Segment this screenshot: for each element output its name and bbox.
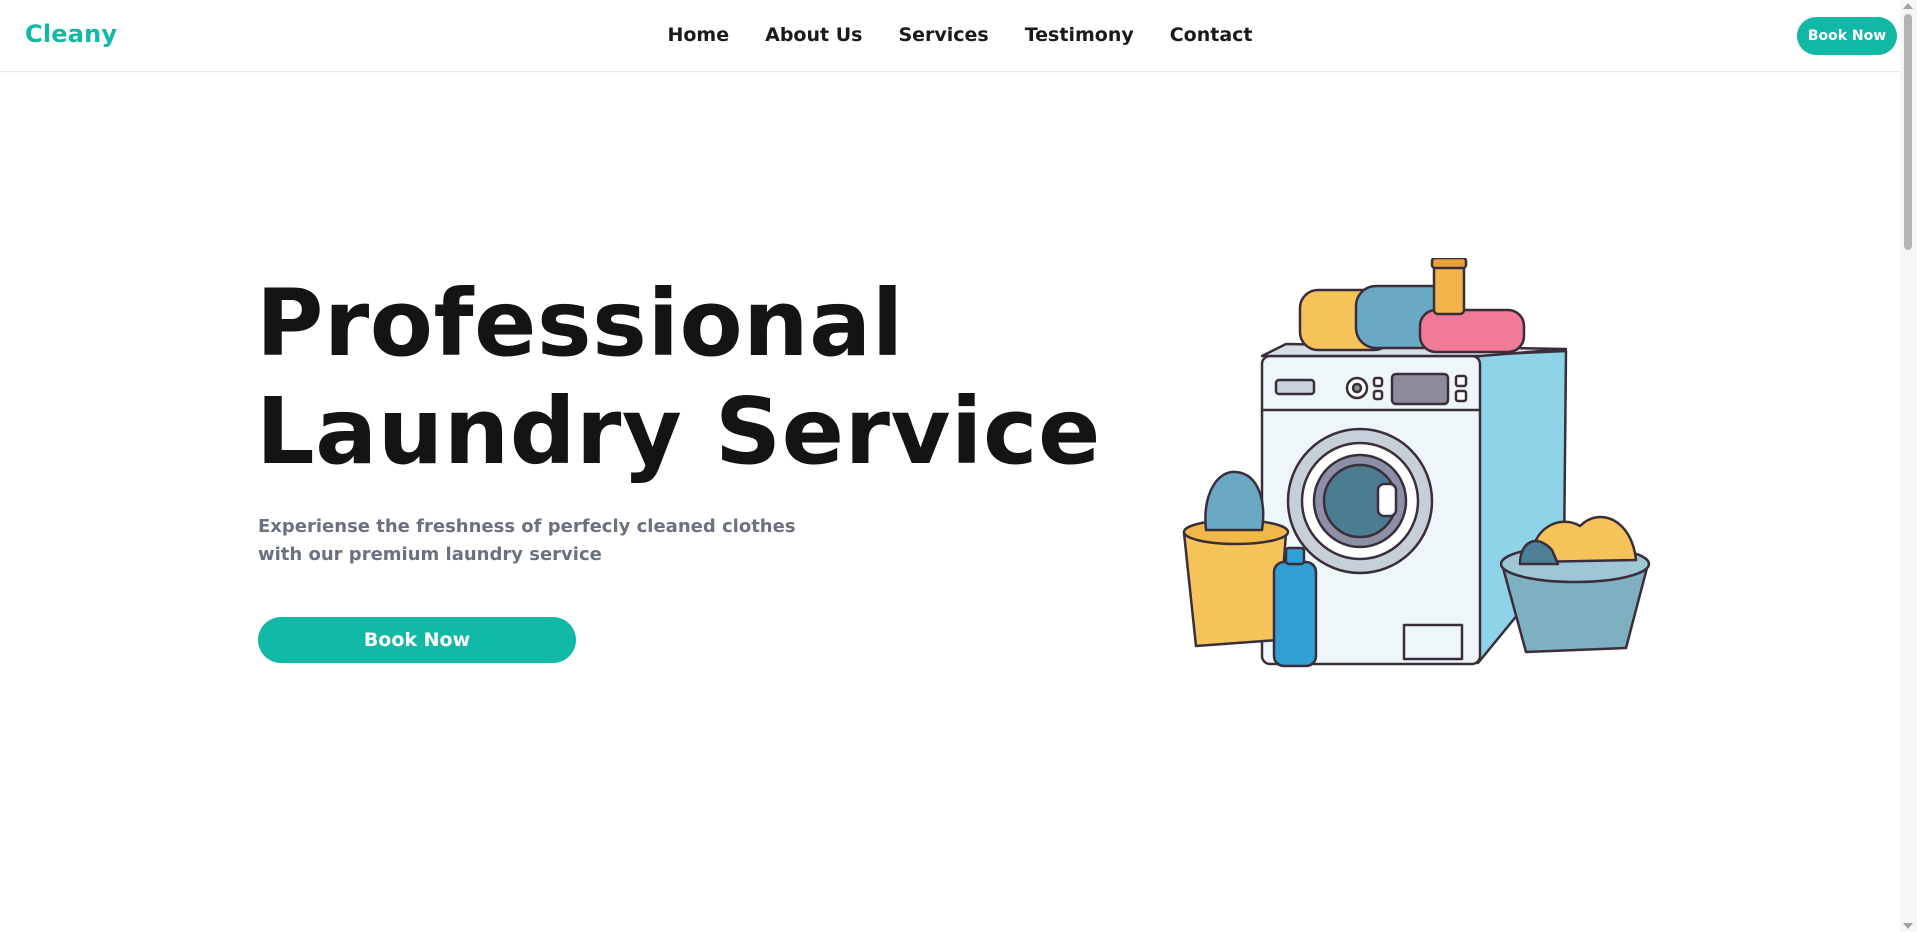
nav-link-about-us[interactable]: About Us (765, 24, 862, 46)
nav-link-home[interactable]: Home (667, 24, 729, 46)
hero-title-line-1: Professional (256, 270, 904, 377)
header-book-now-button[interactable]: Book Now (1797, 17, 1897, 55)
hero-book-now-button[interactable]: Book Now (258, 617, 576, 663)
nav-link-testimony[interactable]: Testimony (1025, 24, 1134, 46)
navbar: Cleany Home About Us Services Testimony … (0, 0, 1900, 72)
nav-link-contact[interactable]: Contact (1170, 24, 1253, 46)
hero-title: Professional Laundry Service (256, 270, 1101, 486)
main-nav: Home About Us Services Testimony Contact (0, 24, 1900, 46)
hero-title-line-2: Laundry Service (256, 378, 1101, 485)
nav-link-services[interactable]: Services (898, 24, 988, 46)
hero-subtitle: Experiense the freshness of perfecly cle… (258, 516, 796, 565)
scroll-up-arrow-icon[interactable] (1903, 3, 1913, 9)
scroll-thumb[interactable] (1904, 14, 1912, 250)
washing-machine-illustration-icon (1182, 258, 1651, 668)
scroll-down-arrow-icon[interactable] (1903, 923, 1913, 929)
page: Cleany Home About Us Services Testimony … (0, 0, 1917, 932)
page-scrollbar[interactable] (1900, 0, 1917, 932)
